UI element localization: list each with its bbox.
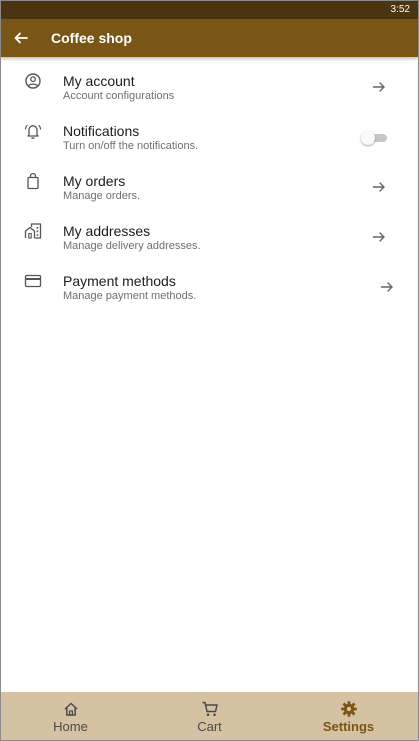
page-title: Coffee shop [51,30,132,46]
home-icon [63,702,78,716]
arrow-right-icon[interactable] [379,279,395,295]
bell-icon [24,124,42,139]
settings-item-my-addresses[interactable]: My addresses Manage delivery addresses. [1,213,418,259]
credit-card-icon [24,274,42,288]
arrow-right-icon[interactable] [371,229,387,245]
nav-label: Cart [197,719,222,734]
nav-item-settings[interactable]: Settings [279,692,418,740]
nav-item-cart[interactable]: Cart [140,692,279,740]
nav-item-home[interactable]: Home [1,692,140,740]
settings-item-subtitle: Account configurations [63,90,175,102]
settings-item-my-orders[interactable]: My orders Manage orders. [1,163,418,209]
app-frame: 3:52 Coffee shop My account Account conf… [0,0,419,741]
arrow-left-icon [14,32,28,44]
settings-item-payment-methods[interactable]: Payment methods Manage payment methods. [1,263,418,309]
nav-label: Settings [322,719,375,734]
nav-label: Home [53,719,88,734]
settings-item-subtitle: Manage delivery addresses. [63,240,201,252]
settings-item-title: My orders [63,173,126,189]
status-bar: 3:52 [1,1,418,19]
arrow-right-icon[interactable] [371,79,387,95]
settings-item-title: My account [63,73,135,89]
gear-icon [340,701,357,717]
app-bar: Coffee shop [1,19,418,57]
settings-item-subtitle: Manage payment methods. [63,290,197,302]
home-building-icon [24,223,42,239]
toggle-thumb [361,131,375,145]
bottom-navigation: Home Cart Settings [1,692,418,740]
settings-item-notifications[interactable]: Notifications Turn on/off the notificati… [1,113,418,159]
status-time: 3:52 [390,4,410,15]
cart-icon [202,701,218,717]
account-circle-icon [25,73,41,89]
shopping-bag-icon [27,172,39,190]
settings-item-title: Payment methods [63,273,176,289]
settings-item-my-account[interactable]: My account Account configurations [1,63,418,109]
settings-item-title: Notifications [63,123,140,139]
settings-item-title: My addresses [63,223,151,239]
arrow-right-icon[interactable] [371,179,387,195]
settings-item-subtitle: Turn on/off the notifications. [63,140,199,152]
back-button[interactable] [11,28,31,48]
notifications-toggle[interactable] [361,131,387,145]
settings-item-subtitle: Manage orders. [63,190,141,202]
